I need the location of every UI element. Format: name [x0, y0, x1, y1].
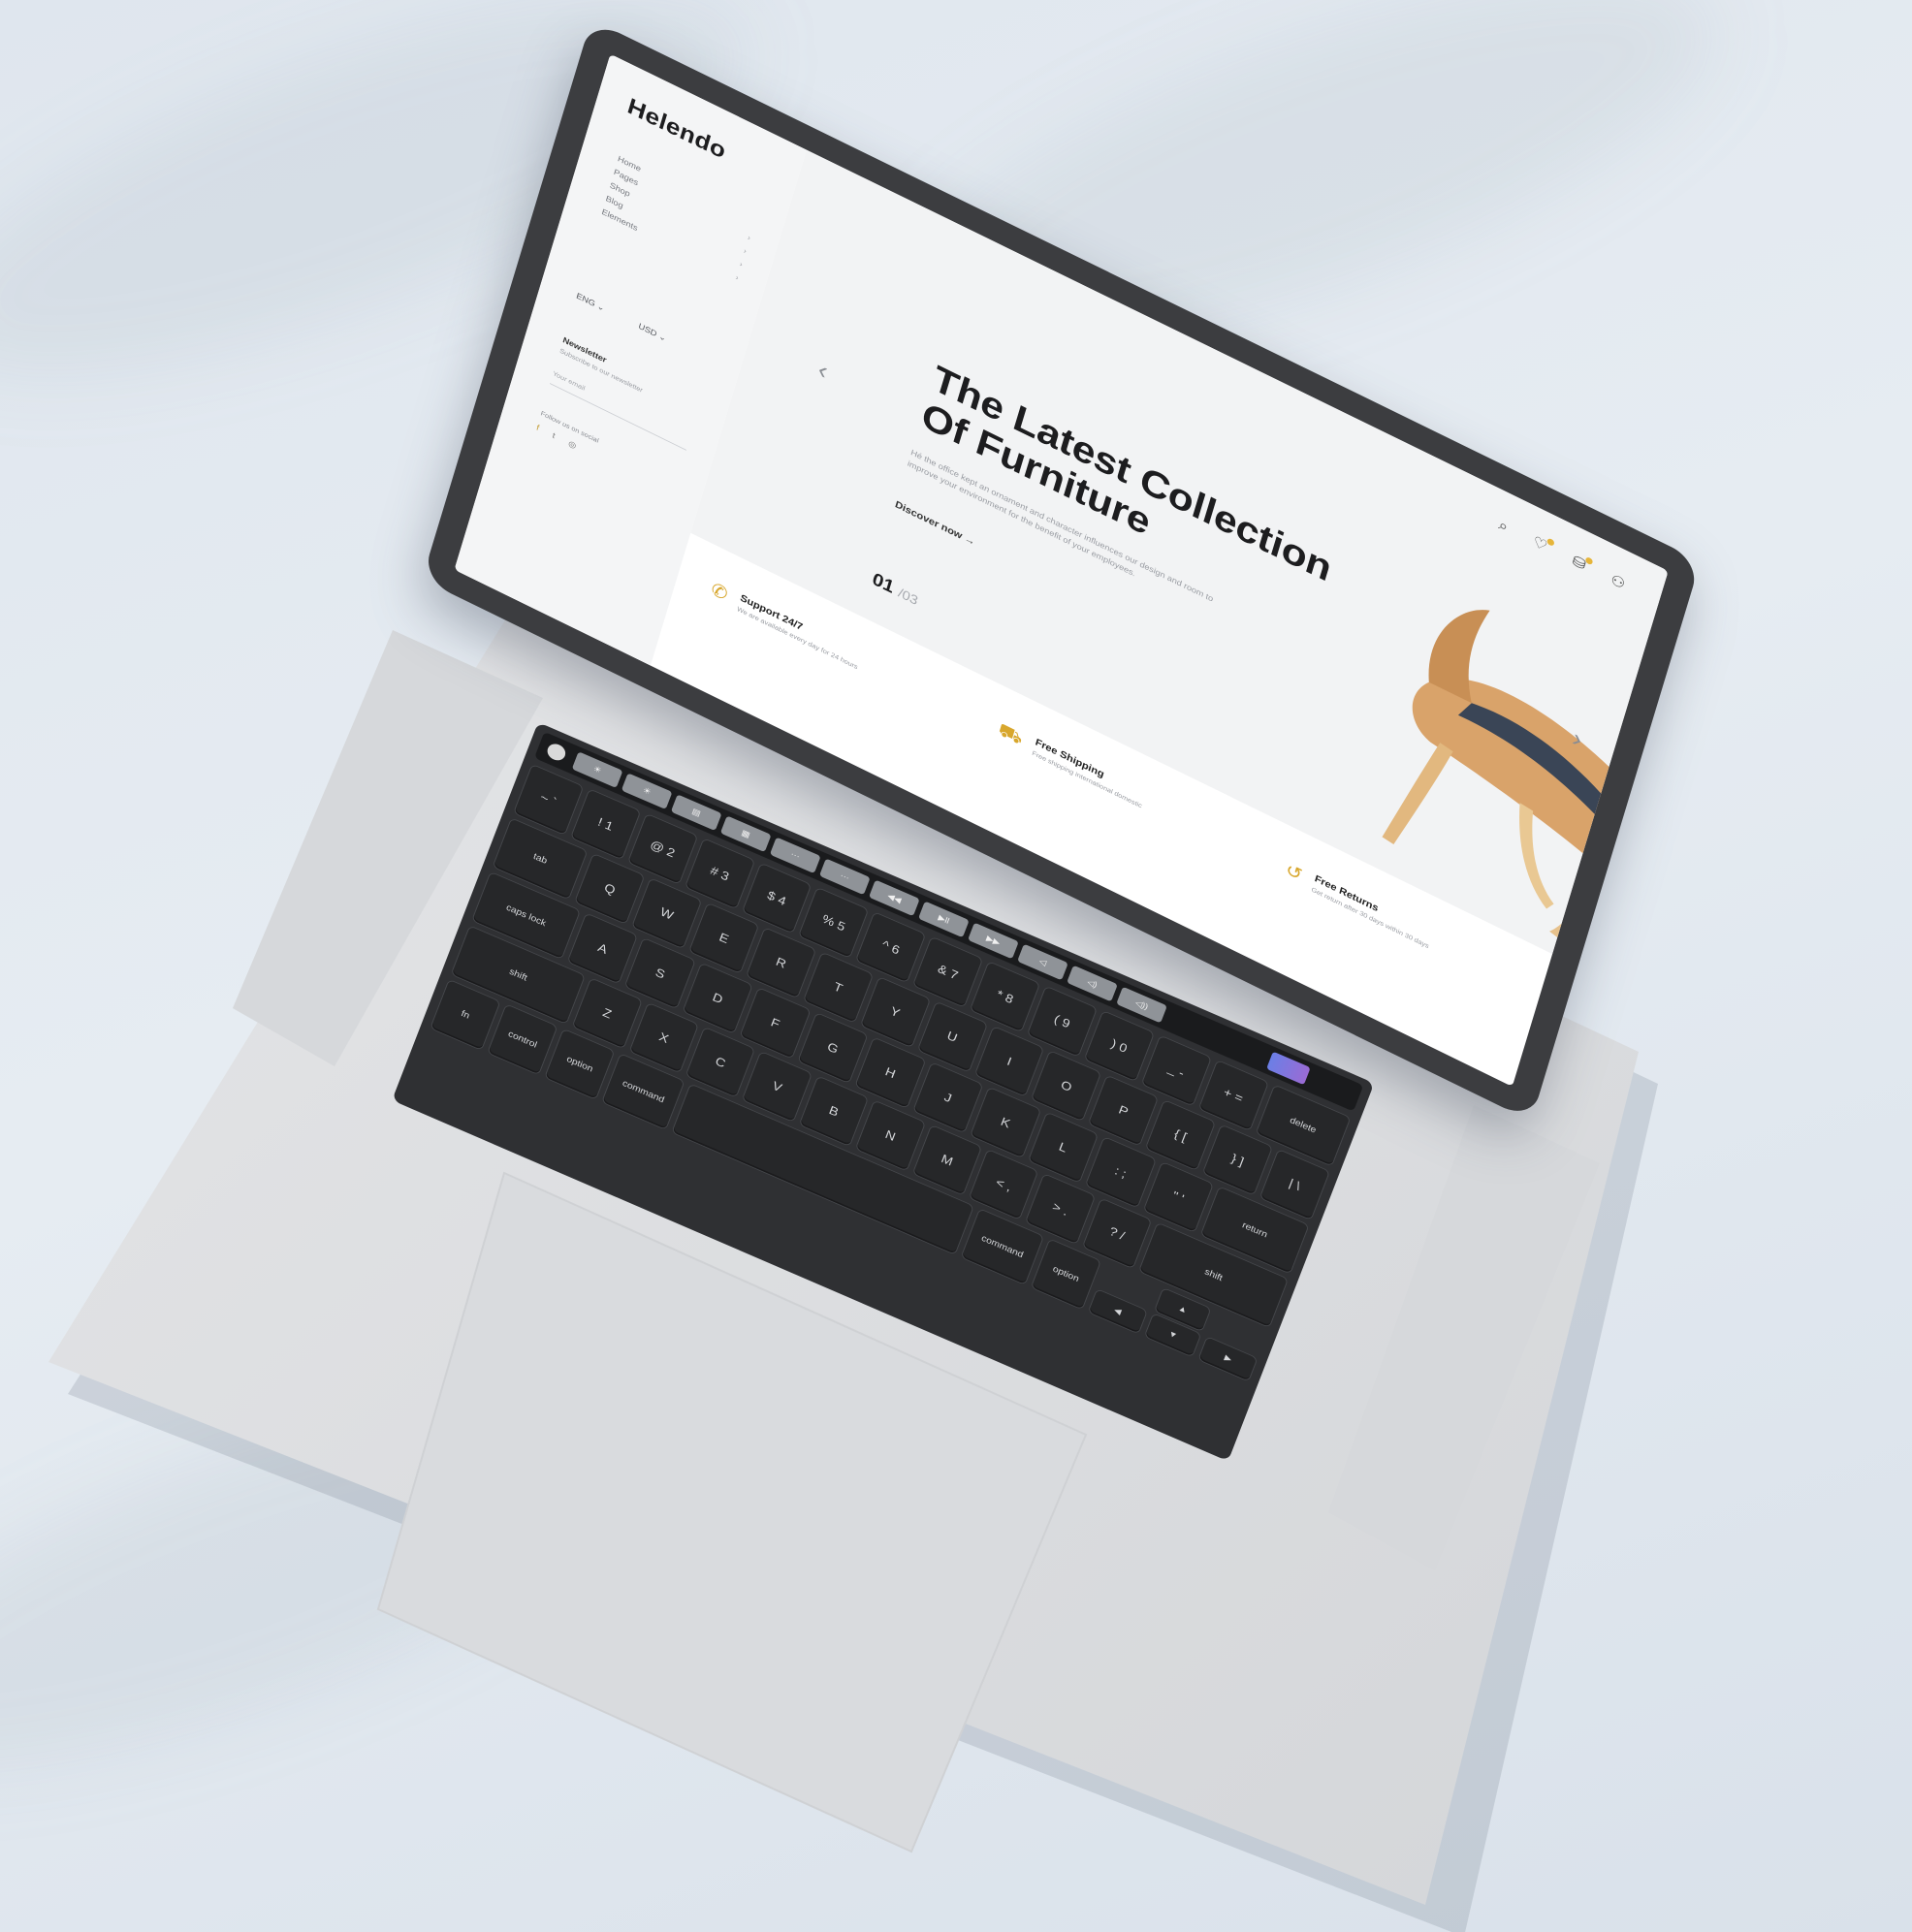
chevron-left-icon[interactable]: ‹	[814, 357, 831, 386]
phone-icon: ✆	[709, 578, 731, 605]
hero-title: The Latest Collection Of Furniture	[916, 357, 1451, 682]
site-logo[interactable]: Helendo	[624, 93, 728, 164]
return-icon: ↺	[1283, 859, 1305, 886]
chair-leg-front	[1549, 850, 1600, 939]
facebook-icon[interactable]: f	[535, 424, 540, 433]
main-menu: Home Pages › Shop › Blog › Elements ›	[600, 152, 757, 285]
slide-total: /03	[896, 586, 920, 609]
language-select[interactable]: USD ⌄	[637, 322, 667, 343]
chevron-right-icon: ›	[747, 233, 752, 242]
slide-counter: 01 /03	[870, 568, 920, 609]
chevron-right-icon: ›	[738, 260, 744, 269]
feature-description: We are available every day for 24 hours	[736, 605, 859, 671]
shadow	[0, 1312, 696, 1849]
chair-leg-back	[1382, 743, 1453, 844]
feature-description: Get return after 30 days within 30 days	[1310, 885, 1430, 950]
discover-now-link[interactable]: Discover now →	[894, 498, 976, 548]
slide-current: 01	[870, 568, 897, 597]
instagram-icon[interactable]: ◎	[567, 439, 577, 451]
twitter-icon[interactable]: t	[552, 431, 557, 441]
chevron-right-icon: ›	[743, 246, 748, 256]
currency-select[interactable]: ENG ⌄	[575, 292, 605, 313]
locale-selectors: ENG ⌄ USD ⌄	[575, 292, 667, 344]
chevron-right-icon: ›	[734, 272, 740, 282]
truck-icon: ⛟	[996, 718, 1026, 749]
hero-title-line: Of Furniture	[916, 394, 1156, 543]
touchbar-esc-button[interactable]	[545, 741, 568, 764]
